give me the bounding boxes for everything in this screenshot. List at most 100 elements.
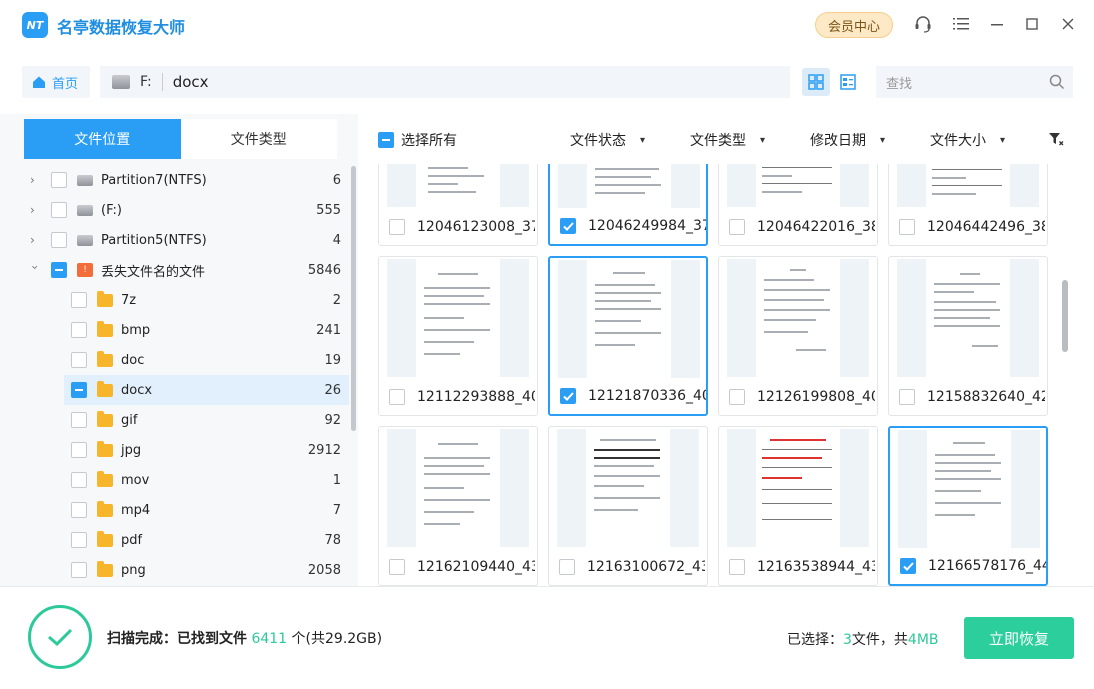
tab-file-location[interactable]: 文件位置: [24, 119, 181, 159]
checkbox[interactable]: [71, 292, 87, 308]
file-card[interactable]: 12121870336_40: [548, 256, 708, 416]
file-thumbnail: [897, 164, 1039, 207]
select-all-checkbox[interactable]: [378, 132, 394, 148]
recover-now-button[interactable]: 立即恢复: [964, 617, 1074, 659]
folder-icon: [97, 530, 113, 547]
tree-item-7z[interactable]: 7z 2: [24, 285, 349, 315]
tree-scrollbar[interactable]: [351, 166, 356, 431]
checkbox[interactable]: [51, 232, 67, 248]
checkbox[interactable]: [71, 442, 87, 458]
file-card[interactable]: 12046442496_38: [888, 164, 1048, 246]
search-input[interactable]: 查找: [876, 66, 1073, 98]
file-checkbox[interactable]: [389, 389, 405, 405]
file-checkbox[interactable]: [900, 558, 916, 574]
chevron-down-icon[interactable]: ›: [28, 265, 42, 275]
file-card[interactable]: 12166578176_44: [888, 426, 1048, 586]
chevron-right-icon[interactable]: ›: [30, 174, 40, 186]
tree-item-mp4[interactable]: mp4 7: [24, 495, 349, 525]
search-icon[interactable]: [1049, 74, 1065, 94]
tree-item-docx[interactable]: docx 26: [64, 375, 349, 405]
close-icon[interactable]: [1057, 13, 1079, 35]
chevron-right-icon[interactable]: ›: [30, 234, 40, 246]
checkbox[interactable]: [71, 382, 87, 398]
tree-item-partition7[interactable]: › Partition7(NTFS) 6: [24, 165, 349, 195]
left-tabs: 文件位置 文件类型: [24, 119, 337, 159]
file-checkbox[interactable]: [559, 559, 575, 575]
file-checkbox[interactable]: [899, 219, 915, 235]
filter-file-status[interactable]: 文件状态 ▾: [570, 130, 645, 150]
path-bar[interactable]: F: docx: [100, 66, 790, 98]
filter-modified-date[interactable]: 修改日期 ▾: [810, 130, 885, 150]
tree-item-count: 2058: [307, 562, 341, 578]
checkbox[interactable]: [71, 562, 87, 578]
select-all[interactable]: 选择所有: [378, 130, 457, 150]
tree-item-png[interactable]: png 2058: [24, 555, 349, 585]
tree-item-label: png: [121, 562, 146, 578]
file-card[interactable]: 12162109440_43: [378, 426, 538, 586]
file-card[interactable]: 12046249984_37: [548, 164, 708, 246]
detail-view-button[interactable]: [834, 68, 862, 96]
tree-item-mov[interactable]: mov 1: [24, 465, 349, 495]
checkbox[interactable]: [71, 412, 87, 428]
file-thumbnail: [387, 429, 529, 547]
folder-icon: [97, 470, 113, 487]
file-thumbnail: [558, 260, 700, 378]
file-card[interactable]: 12163538944_43: [718, 426, 878, 586]
path-drive[interactable]: F:: [140, 74, 152, 90]
tree-item-count: 555: [316, 202, 341, 218]
maximize-icon[interactable]: [1021, 13, 1043, 35]
checkbox[interactable]: [71, 352, 87, 368]
tree-item-bmp[interactable]: bmp 241: [24, 315, 349, 345]
selected-mid: 文件，共: [851, 632, 908, 648]
chevron-right-icon[interactable]: ›: [30, 204, 40, 216]
checkbox[interactable]: [71, 532, 87, 548]
support-icon[interactable]: [912, 13, 934, 35]
file-checkbox[interactable]: [560, 218, 576, 234]
checkbox[interactable]: [71, 472, 87, 488]
file-name: 12166578176_44: [928, 558, 1046, 574]
home-button[interactable]: 首页: [22, 66, 90, 98]
file-card[interactable]: 12046422016_38: [718, 164, 878, 246]
filter-file-type[interactable]: 文件类型 ▾: [690, 130, 765, 150]
checkbox[interactable]: [51, 172, 67, 188]
file-checkbox[interactable]: [729, 219, 745, 235]
grid-scrollbar[interactable]: [1062, 280, 1068, 352]
checkbox[interactable]: [71, 502, 87, 518]
grid-view-button[interactable]: [802, 68, 830, 96]
file-checkbox[interactable]: [899, 389, 915, 405]
file-thumbnail: [727, 259, 869, 377]
file-checkbox[interactable]: [389, 559, 405, 575]
file-card[interactable]: 12112293888_40: [378, 256, 538, 416]
menu-icon[interactable]: [950, 13, 972, 35]
folder-icon: [97, 380, 113, 397]
tree-item-doc[interactable]: doc 19: [24, 345, 349, 375]
file-card[interactable]: 12046123008_37: [378, 164, 538, 246]
selected-size: 4MB: [907, 632, 939, 648]
tree-item-f-drive[interactable]: › (F:) 555: [24, 195, 349, 225]
checkbox[interactable]: [71, 322, 87, 338]
tree-item-lost-files[interactable]: › ! 丢失文件名的文件 5846: [24, 255, 349, 285]
select-all-label: 选择所有: [401, 133, 457, 149]
tree-item-pdf[interactable]: pdf 78: [24, 525, 349, 555]
file-card[interactable]: 12163100672_43: [548, 426, 708, 586]
tree-item-count: 6: [332, 172, 341, 188]
tab-file-type[interactable]: 文件类型: [181, 119, 338, 159]
tree-item-jpg[interactable]: jpg 2912: [24, 435, 349, 465]
filter-icon[interactable]: [1048, 131, 1064, 151]
checkbox[interactable]: [51, 262, 67, 278]
path-folder[interactable]: docx: [173, 73, 209, 91]
tree-item-gif[interactable]: gif 92: [24, 405, 349, 435]
tree-item-partition5[interactable]: › Partition5(NTFS) 4: [24, 225, 349, 255]
vip-center-button[interactable]: 会员中心: [815, 12, 893, 38]
file-checkbox[interactable]: [560, 388, 576, 404]
drive-icon: [77, 174, 93, 186]
file-card[interactable]: 12158832640_42: [888, 256, 1048, 416]
file-thumbnail: [727, 164, 869, 207]
file-checkbox[interactable]: [729, 559, 745, 575]
minimize-icon[interactable]: [986, 13, 1008, 35]
filter-file-size[interactable]: 文件大小 ▾: [930, 130, 1005, 150]
file-checkbox[interactable]: [389, 219, 405, 235]
file-card[interactable]: 12126199808_40: [718, 256, 878, 416]
file-checkbox[interactable]: [729, 389, 745, 405]
checkbox[interactable]: [51, 202, 67, 218]
